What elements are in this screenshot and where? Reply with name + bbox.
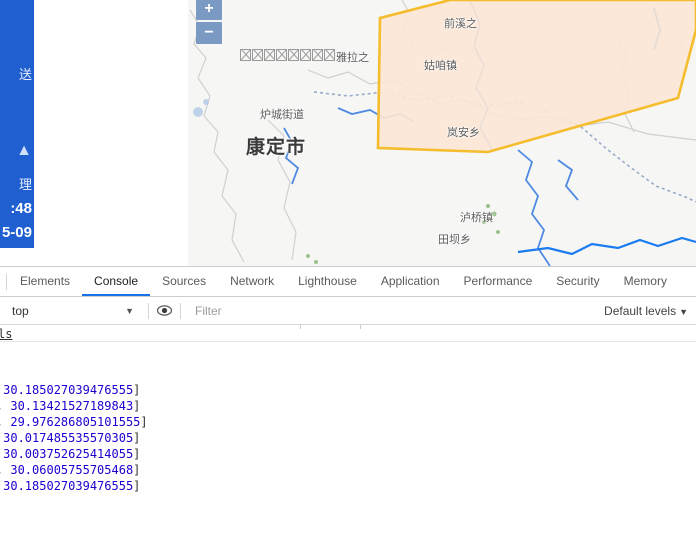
map-zoom-in-button[interactable]: + xyxy=(196,0,222,20)
console-object-header[interactable]: rray(7)] i xyxy=(0,350,696,366)
tab-elements[interactable]: Elements xyxy=(8,267,82,296)
sidebar-item-1-label: ▲ xyxy=(16,142,32,159)
tab-sources-label: Sources xyxy=(162,273,207,288)
console-scroll-content: s://github.com/vuejs/vue-devtools rray(7… xyxy=(0,325,696,539)
sidebar-item-2[interactable]: 理 xyxy=(0,174,34,193)
minus-icon: − xyxy=(204,24,214,41)
entry-lat: 30.06005755705468 xyxy=(10,463,134,477)
console-array-entry[interactable]: ▸ 5: (2) [102.02719272724435, 30.0600575… xyxy=(0,462,696,478)
map-label-yalaxiang: 雅拉之 xyxy=(336,51,369,64)
console-array-entry[interactable]: ▸ 0: (2) [102.0628982936506, 30.18502703… xyxy=(0,382,696,398)
sidebar-date-value: 5-09 xyxy=(0,224,34,241)
tofu-glyph xyxy=(300,49,311,61)
page-content-blank xyxy=(34,0,188,266)
map-label-guzhanzhen: 姑咱镇 xyxy=(424,59,457,72)
vue-devtools-link[interactable]: s://github.com/vuejs/vue-devtools xyxy=(0,326,12,342)
app-sidebar: 送 ▲ 理 :48 5-09 xyxy=(0,0,34,260)
console-length-row: length: 7 xyxy=(0,494,696,510)
console-array-entry[interactable]: ▸ 2: (2) [102.43368686786935, 29.9762868… xyxy=(0,414,696,430)
tab-security[interactable]: Security xyxy=(544,267,611,296)
menu-bar-line-1 xyxy=(10,250,32,252)
map-label-luchengjiedao: 炉城街道 xyxy=(260,108,304,121)
eye-icon[interactable] xyxy=(157,303,172,318)
tab-application-label: Application xyxy=(380,273,440,288)
entry-lat: 30.017485535570305 xyxy=(3,431,134,445)
entry-lat: 30.185027039476555 xyxy=(3,479,134,493)
sidebar-person-icon[interactable]: ▲ xyxy=(0,142,34,160)
sidebar-item-2-label: 理 xyxy=(18,177,32,192)
tofu-glyph xyxy=(276,49,287,61)
map-canvas[interactable]: 前溪之 雅拉之 姑咱镇 炉城街道 岚安乡 康定市 泸桥镇 田坝乡 + − xyxy=(188,0,696,266)
console-filter-input[interactable] xyxy=(189,300,595,321)
console-array-entry[interactable]: ▸ 3: (2) [102.3045975124006, 30.01748553… xyxy=(0,430,696,446)
log-levels-label: Default levels xyxy=(604,303,677,318)
entry-lat: 29.976286805101555 xyxy=(10,415,141,429)
tofu-glyph xyxy=(240,49,251,61)
chevron-down-icon: ▼ xyxy=(679,306,688,317)
tab-console[interactable]: Console xyxy=(82,267,151,296)
sidebar-time-value: :48 xyxy=(0,200,34,217)
tab-performance[interactable]: Performance xyxy=(452,267,545,296)
console-toolbar: top ▼ Default levels▼ xyxy=(0,297,696,325)
map-label-lananxiang: 岚安乡 xyxy=(447,126,480,139)
tab-console-label: Console xyxy=(94,273,139,288)
inspected-page: 送 ▲ 理 :48 5-09 前溪之 雅拉之 姑咱镇 炉城街道 岚安乡 康定市 … xyxy=(0,0,696,266)
map-label-luqiaozhen: 泸桥镇 xyxy=(460,211,493,224)
map-label-kangdingshi: 康定市 xyxy=(246,136,307,158)
devtools-tabbar[interactable]: Elements Console Sources Network Lightho… xyxy=(0,267,696,297)
console-outer-length-row: ength: 1 xyxy=(0,526,696,539)
map-label-tianbaxiang: 田坝乡 xyxy=(438,233,471,246)
execution-context-value: top xyxy=(12,303,29,318)
log-levels-dropdown[interactable]: Default levels ▼ xyxy=(594,304,690,318)
tab-application[interactable]: Application xyxy=(369,267,452,296)
tab-network[interactable]: Network xyxy=(218,267,286,296)
tab-memory-label: Memory xyxy=(623,273,667,288)
tofu-glyph xyxy=(324,49,335,61)
map-zoom-out-button[interactable]: − xyxy=(196,22,222,44)
tab-lighthouse-label: Lighthouse xyxy=(298,273,357,288)
tofu-glyph xyxy=(252,49,263,61)
map-highlight-polygon xyxy=(376,0,696,154)
chevron-down-icon: ▼ xyxy=(125,305,134,316)
tab-security-label: Security xyxy=(556,273,600,288)
entry-lat: 30.13421527189843 xyxy=(10,399,134,413)
console-output[interactable]: s://github.com/vuejs/vue-devtools rray(7… xyxy=(0,325,696,539)
console-message-link[interactable]: s://github.com/vuejs/vue-devtools xyxy=(0,325,696,342)
sidebar-item-3-label: :48 xyxy=(10,200,32,217)
map-label-qianxixiang: 前溪之 xyxy=(444,17,477,30)
console-array-entry[interactable]: ▸ 1: (2) [102.54355014911935, 30.1342152… xyxy=(0,398,696,414)
tab-performance-label: Performance xyxy=(463,273,533,288)
sidebar-item-0[interactable]: 送 xyxy=(0,64,34,83)
console-proto-row[interactable]: ▸ __proto__: Array(0) xyxy=(0,510,696,526)
toolbar-divider-1 xyxy=(148,302,149,319)
tab-memory[interactable]: Memory xyxy=(612,267,679,296)
console-array-entry[interactable]: ▸ 4: (2) [102.1233230983381, 30.00375262… xyxy=(0,446,696,462)
tofu-glyph xyxy=(288,49,299,61)
tofu-glyph xyxy=(264,49,275,61)
execution-context-select[interactable]: top ▼ xyxy=(8,301,140,321)
sidebar-item-0-label: 送 xyxy=(18,67,32,82)
plus-icon: + xyxy=(204,0,214,17)
tab-lighthouse[interactable]: Lighthouse xyxy=(286,267,369,296)
map-zoom-controls[interactable]: + − xyxy=(196,0,222,44)
sidebar-item-4-label: 5-09 xyxy=(1,224,32,241)
entry-lat: 30.185027039476555 xyxy=(3,383,134,397)
map-label-missing-glyphs xyxy=(240,49,336,63)
tab-elements-label: Elements xyxy=(20,273,71,288)
tab-sources[interactable]: Sources xyxy=(150,267,218,296)
console-array-entry[interactable]: ▸ 6: (2) [102.0628982936506, 30.18502703… xyxy=(0,478,696,494)
tab-network-label: Network xyxy=(230,273,275,288)
console-array-row[interactable]: : Array(7) xyxy=(0,366,696,382)
screen-root: 送 ▲ 理 :48 5-09 前溪之 雅拉之 姑咱镇 炉城街道 岚安乡 康定市 … xyxy=(0,0,696,539)
menu-bar-line-2 xyxy=(10,258,32,260)
toolbar-divider-2 xyxy=(180,302,181,319)
devtools-panel: Elements Console Sources Network Lightho… xyxy=(0,266,696,539)
entry-lat: 30.003752625414055 xyxy=(3,447,134,461)
tofu-glyph xyxy=(312,49,323,61)
